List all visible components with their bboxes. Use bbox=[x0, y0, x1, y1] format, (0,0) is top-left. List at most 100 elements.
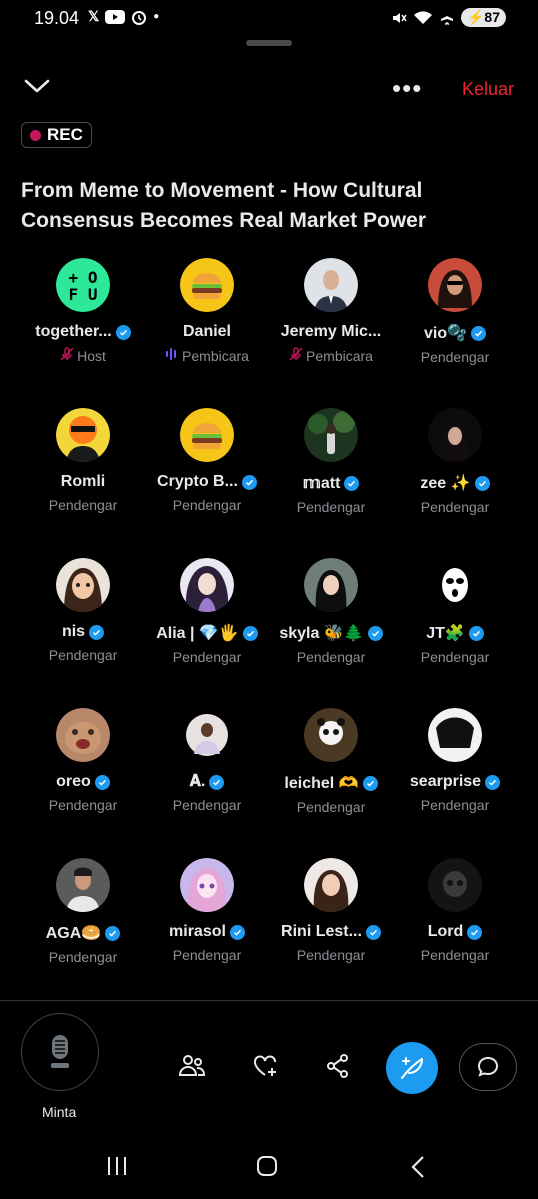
participant-name: zee ✨ bbox=[420, 475, 471, 492]
verified-badge-icon bbox=[367, 625, 383, 641]
wifi-icon bbox=[413, 10, 432, 24]
participant[interactable]: Alia | 💎🖐 Pendengar bbox=[145, 558, 269, 708]
participant[interactable]: Crypto B... Pendengar bbox=[145, 408, 269, 558]
dot-icon: ● bbox=[153, 11, 160, 22]
participant[interactable]: Daniel Pembicara bbox=[145, 258, 269, 408]
recording-label: REC bbox=[47, 125, 83, 144]
participant-role-row: Pendengar bbox=[421, 649, 490, 665]
participant-name: together... bbox=[35, 323, 112, 340]
avatar bbox=[56, 408, 110, 462]
participant[interactable]: JT🧩 Pendengar bbox=[393, 558, 517, 708]
airplane-icon bbox=[440, 10, 453, 25]
recording-badge: REC bbox=[21, 122, 92, 148]
participant[interactable]: oreo Pendengar bbox=[21, 708, 145, 858]
participant-name-row: Crypto B... bbox=[157, 473, 257, 491]
participant-role-row: Pendengar bbox=[297, 947, 366, 963]
participant-name-row: Rini Lest... bbox=[281, 923, 381, 941]
participant-role-row: Pendengar bbox=[421, 797, 490, 813]
participant[interactable]: 𝕞att Pendengar bbox=[269, 408, 393, 558]
participant-role: Pendengar bbox=[172, 497, 242, 513]
participant-role-row: Pembicara bbox=[289, 347, 373, 364]
participant[interactable]: searprise Pendengar bbox=[393, 708, 517, 858]
participant-name-row: Alia | 💎🖐 bbox=[156, 623, 258, 643]
participant-role: Pendengar bbox=[420, 947, 490, 963]
battery-icon: ⚡87 bbox=[460, 8, 506, 27]
participant-name-row: searprise bbox=[409, 773, 501, 791]
compose-post-button[interactable] bbox=[386, 1042, 438, 1094]
participant[interactable]: 𝐀. Pendengar bbox=[145, 708, 269, 858]
participant[interactable]: mirasol Pendengar bbox=[145, 858, 269, 1008]
participant-role: Pendengar bbox=[296, 499, 366, 515]
verified-badge-icon bbox=[105, 925, 121, 941]
participant-role: Pendengar bbox=[420, 499, 490, 515]
participant-role-row: Pendengar bbox=[421, 349, 490, 365]
participant-role: Host bbox=[77, 347, 106, 364]
verified-badge-icon bbox=[94, 774, 110, 790]
home-button[interactable] bbox=[256, 1155, 278, 1182]
participant[interactable]: Romli Pendengar bbox=[21, 408, 145, 558]
avatar bbox=[180, 708, 234, 762]
participant[interactable]: + OF U together... Host bbox=[21, 258, 145, 408]
more-options-button[interactable]: ••• bbox=[392, 75, 422, 101]
verified-badge-icon bbox=[115, 324, 131, 340]
role-icon bbox=[289, 347, 303, 364]
svg-text:F U: F U bbox=[69, 285, 98, 304]
request-to-speak-button[interactable] bbox=[21, 1013, 99, 1091]
leave-button[interactable]: Keluar bbox=[462, 79, 514, 100]
avatar bbox=[304, 708, 358, 762]
space-title: From Meme to Movement - How Cultural Con… bbox=[21, 179, 426, 232]
participant-name-row: nis bbox=[62, 623, 105, 641]
role-icon bbox=[165, 347, 179, 364]
participant-role-row: Pendengar bbox=[49, 797, 118, 813]
verified-badge-icon bbox=[485, 774, 501, 790]
heart-plus-icon bbox=[254, 1055, 276, 1076]
participant[interactable]: Jeremy Mic... Pembicara bbox=[269, 258, 393, 408]
participant-name-row: JT🧩 bbox=[426, 623, 484, 643]
verified-badge-icon bbox=[209, 774, 225, 790]
participant-name-row: Lord bbox=[428, 923, 483, 941]
participant[interactable]: Lord Pendengar bbox=[393, 858, 517, 1008]
participant[interactable]: vio🫧 Pendengar bbox=[393, 258, 517, 408]
people-button[interactable] bbox=[174, 1048, 210, 1084]
verified-badge-icon bbox=[344, 475, 360, 491]
reaction-button[interactable] bbox=[248, 1048, 284, 1084]
collapse-button[interactable] bbox=[24, 78, 50, 99]
participant[interactable]: leichel 🫶 Pendengar bbox=[269, 708, 393, 858]
participant-name-row: AGA🥯 bbox=[45, 923, 121, 943]
mic-muted-icon bbox=[289, 347, 303, 361]
participant-name-row: together... bbox=[35, 323, 131, 341]
participant-name: AGA🥯 bbox=[45, 925, 102, 942]
participant-name: JT🧩 bbox=[426, 625, 465, 642]
participant-name: Crypto B... bbox=[157, 473, 238, 490]
divider bbox=[0, 1000, 538, 1001]
comments-button[interactable] bbox=[459, 1043, 517, 1091]
participant-role-row: Pendengar bbox=[297, 799, 366, 815]
participant-role: Pendengar bbox=[48, 497, 118, 513]
participant[interactable]: nis Pendengar bbox=[21, 558, 145, 708]
participant-name: 𝕞att bbox=[302, 475, 341, 492]
participant-name: searprise bbox=[409, 773, 482, 790]
share-button[interactable] bbox=[320, 1048, 356, 1084]
avatar bbox=[428, 858, 482, 912]
mic-muted-icon bbox=[60, 347, 74, 361]
participant-role: Pendengar bbox=[48, 949, 118, 965]
avatar bbox=[180, 258, 234, 312]
participant-role-row: Pendengar bbox=[421, 947, 490, 963]
participant-role: Pembicara bbox=[182, 347, 249, 364]
system-icons: ⚡87 bbox=[391, 8, 506, 27]
participant-role-row: Pendengar bbox=[297, 649, 366, 665]
participant[interactable]: skyla 🐝🌲 Pendengar bbox=[269, 558, 393, 708]
back-icon bbox=[411, 1156, 424, 1178]
participant-name: skyla 🐝🌲 bbox=[279, 625, 364, 642]
participant-role-row: Pendengar bbox=[421, 499, 490, 515]
recent-apps-button[interactable] bbox=[105, 1155, 129, 1182]
participant[interactable]: zee ✨ Pendengar bbox=[393, 408, 517, 558]
avatar bbox=[428, 408, 482, 462]
drag-handle[interactable] bbox=[246, 40, 292, 46]
back-button[interactable] bbox=[410, 1155, 426, 1184]
participant[interactable]: AGA🥯 Pendengar bbox=[21, 858, 145, 1008]
participant-name: oreo bbox=[56, 773, 91, 790]
participant-role-row: Pembicara bbox=[165, 347, 249, 364]
verified-badge-icon bbox=[467, 924, 483, 940]
participant[interactable]: Rini Lest... Pendengar bbox=[269, 858, 393, 1008]
